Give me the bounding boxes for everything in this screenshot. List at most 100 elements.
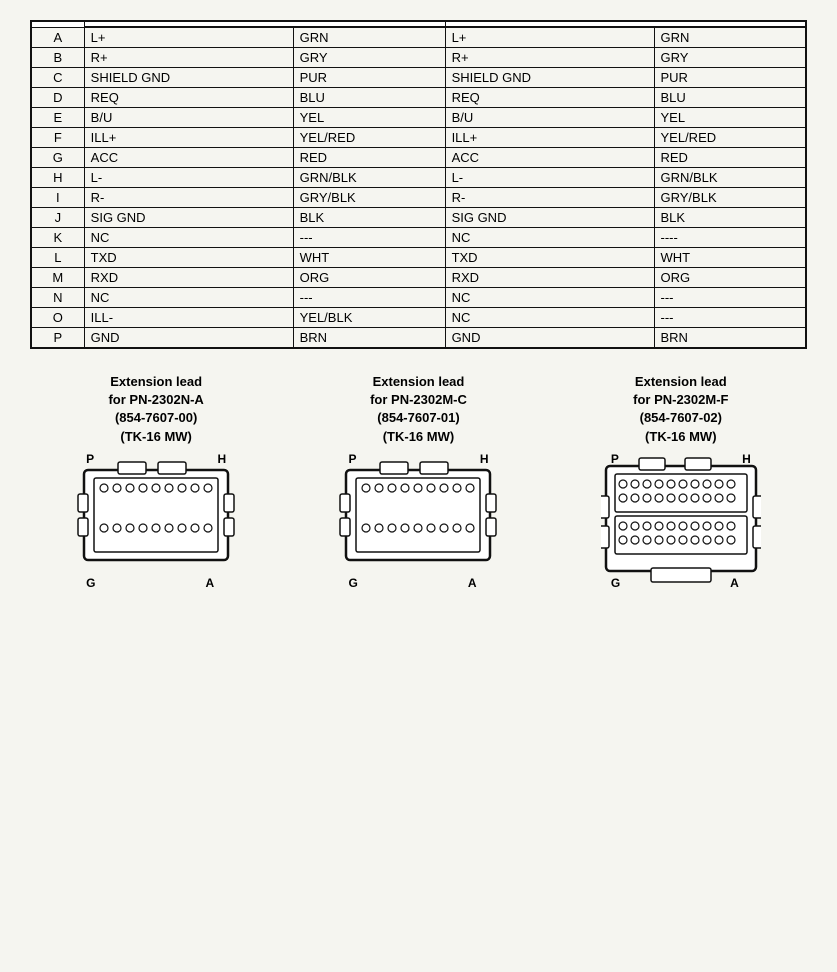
pin-letter: O (31, 308, 84, 328)
signal-2: L- (445, 168, 654, 188)
connector-label-1: Extension leadfor PN-2302M-C(854-7607-01… (370, 373, 467, 446)
corner-bl-2: G (611, 576, 620, 590)
color-1: GRY/BLK (293, 188, 445, 208)
color-2: GRY/BLK (654, 188, 806, 208)
pin-letter: L (31, 248, 84, 268)
color-2: RED (654, 148, 806, 168)
signal-2: R+ (445, 48, 654, 68)
color-2: BLK (654, 208, 806, 228)
table-row: H L- GRN/BLK L- GRN/BLK (31, 168, 806, 188)
pin-letter: F (31, 128, 84, 148)
corner-tr-2: H (742, 452, 751, 466)
color-2: --- (654, 288, 806, 308)
color-1: PUR (293, 68, 445, 88)
table-row: F ILL+ YEL/RED ILL+ YEL/RED (31, 128, 806, 148)
signal-1: REQ (84, 88, 293, 108)
table-row: P GND BRN GND BRN (31, 328, 806, 349)
table-row: J SIG GND BLK SIG GND BLK (31, 208, 806, 228)
pin-letter: N (31, 288, 84, 308)
signal-1: R- (84, 188, 293, 208)
table-row: K NC --- NC ---- (31, 228, 806, 248)
color-1: GRN/BLK (293, 168, 445, 188)
signal-2: ILL+ (445, 128, 654, 148)
connector-drawing-1: P H G A (338, 456, 498, 586)
pin-letter: H (31, 168, 84, 188)
signal-1: ACC (84, 148, 293, 168)
signal-2: REQ (445, 88, 654, 108)
color-1: BLK (293, 208, 445, 228)
corner-tr-0: H (217, 452, 226, 466)
pin-letter: M (31, 268, 84, 288)
connector-block-0: Extension leadfor PN-2302N-A(854-7607-00… (46, 373, 266, 586)
color-2: ORG (654, 268, 806, 288)
color-1: BRN (293, 328, 445, 349)
color-2: PUR (654, 68, 806, 88)
signal-2: RXD (445, 268, 654, 288)
connector-drawing-2: P H G A (601, 456, 761, 586)
signal-2: R- (445, 188, 654, 208)
color-2: GRN (654, 27, 806, 48)
corner-tr-1: H (480, 452, 489, 466)
table-row: I R- GRY/BLK R- GRY/BLK (31, 188, 806, 208)
signal-2: TXD (445, 248, 654, 268)
signal-1: L+ (84, 27, 293, 48)
connector-block-2: Extension leadfor PN-2302M-F(854-7607-02… (571, 373, 791, 586)
table-row: D REQ BLU REQ BLU (31, 88, 806, 108)
signal-1: RXD (84, 268, 293, 288)
pin-letter: I (31, 188, 84, 208)
pin-letter: D (31, 88, 84, 108)
pin-letter: A (31, 27, 84, 48)
table-row: B R+ GRY R+ GRY (31, 48, 806, 68)
signal-2: SIG GND (445, 208, 654, 228)
signal-2: B/U (445, 108, 654, 128)
signal-1: TXD (84, 248, 293, 268)
signal-2: NC (445, 308, 654, 328)
connector-drawing-0: P H G A (76, 456, 236, 586)
bottom-section: Extension leadfor PN-2302N-A(854-7607-00… (30, 373, 807, 586)
signal-1: GND (84, 328, 293, 349)
signal-1: B/U (84, 108, 293, 128)
color-1: BLU (293, 88, 445, 108)
signal-1: ILL- (84, 308, 293, 328)
color-2: YEL/RED (654, 128, 806, 148)
color-1: YEL/RED (293, 128, 445, 148)
color-1: GRN (293, 27, 445, 48)
signal-2: NC (445, 228, 654, 248)
signal-2: SHIELD GND (445, 68, 654, 88)
signal-1: NC (84, 228, 293, 248)
color-2: GRY (654, 48, 806, 68)
pin-letter: G (31, 148, 84, 168)
pin-table-wrapper: A L+ GRN L+ GRN B R+ GRY R+ GRY C SHIELD… (30, 20, 807, 349)
color-2: GRN/BLK (654, 168, 806, 188)
pin-letter: C (31, 68, 84, 88)
table-row: O ILL- YEL/BLK NC --- (31, 308, 806, 328)
color-1: YEL (293, 108, 445, 128)
table-row: E B/U YEL B/U YEL (31, 108, 806, 128)
corner-tl-2: P (611, 452, 619, 466)
corner-br-2: A (730, 576, 739, 590)
color-2: WHT (654, 248, 806, 268)
table-row: M RXD ORG RXD ORG (31, 268, 806, 288)
signal-2: ACC (445, 148, 654, 168)
pin-letter: K (31, 228, 84, 248)
pin-letter: B (31, 48, 84, 68)
table-row: A L+ GRN L+ GRN (31, 27, 806, 48)
pin-letter: P (31, 328, 84, 349)
signal-2: L+ (445, 27, 654, 48)
color-1: --- (293, 228, 445, 248)
corner-br-0: A (205, 576, 214, 590)
signal-1: NC (84, 288, 293, 308)
signal-1: L- (84, 168, 293, 188)
color-2: BRN (654, 328, 806, 349)
connector-block-1: Extension leadfor PN-2302M-C(854-7607-01… (308, 373, 528, 586)
color-2: YEL (654, 108, 806, 128)
color-1: WHT (293, 248, 445, 268)
color-2: ---- (654, 228, 806, 248)
signal-1: R+ (84, 48, 293, 68)
color-2: --- (654, 308, 806, 328)
table-row: G ACC RED ACC RED (31, 148, 806, 168)
pin-letter: J (31, 208, 84, 228)
signal-2: GND (445, 328, 654, 349)
signal-1: SIG GND (84, 208, 293, 228)
color-1: GRY (293, 48, 445, 68)
